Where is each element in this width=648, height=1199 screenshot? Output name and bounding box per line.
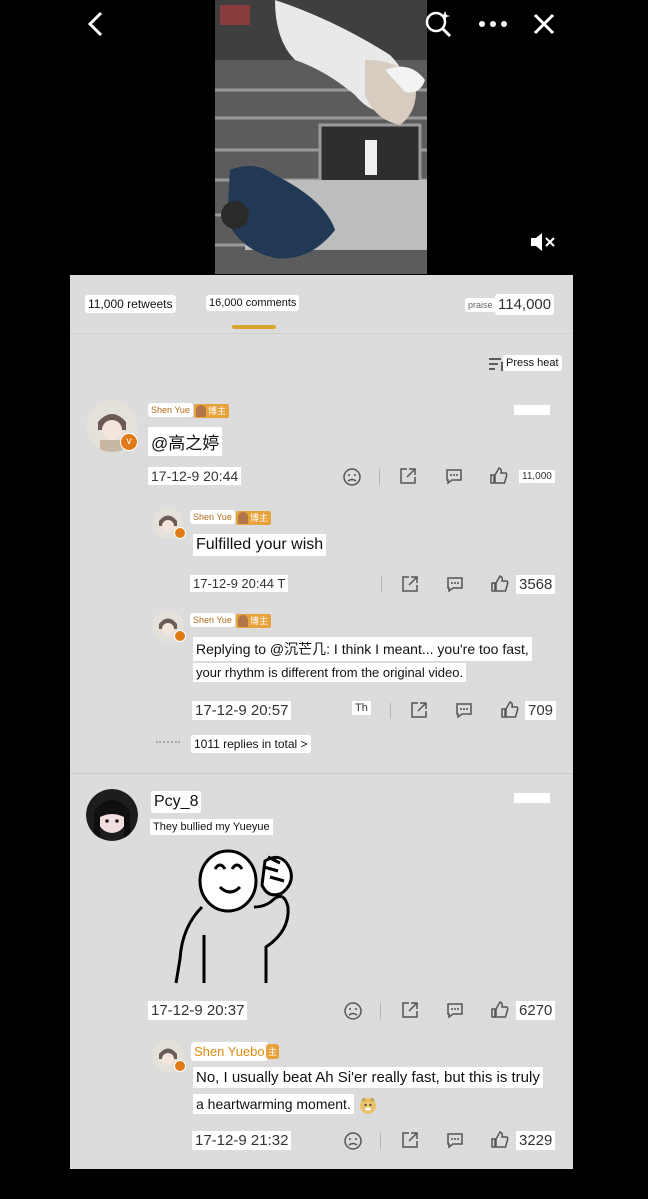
search-sparkle-icon[interactable] [422,8,454,40]
divider-line [380,1133,381,1149]
praise-label: praise [465,298,496,312]
like-count: 3568 [516,575,556,594]
verified-icon: v [120,433,138,451]
comment-text: @高之婷 [148,427,223,456]
reply-text-line2: a heartwarming moment. [193,1094,354,1114]
reply-time: 17-12-9 20:44 T [190,575,289,592]
like-icon[interactable] [490,1130,510,1150]
author-badge: 主 [266,1044,280,1059]
tab-retweets[interactable]: 11,000 retweets [85,295,176,313]
verified-icon [174,630,186,642]
comment-tag [514,793,550,803]
comment-panel: 11,000 retweets 16,000 comments praise 1… [70,275,573,1169]
top-bar [0,0,648,48]
comment-icon[interactable] [454,700,474,720]
divider-line [381,576,382,592]
sort-label: Press heat [503,355,562,371]
author-badge: 博主 [236,614,272,628]
reply-text-line1: No, I usually beat Ah Si'er really fast,… [193,1067,543,1088]
sticker-image [170,847,320,987]
comment-icon[interactable] [445,574,465,594]
avatar[interactable] [86,789,138,841]
close-icon[interactable] [528,8,560,40]
comment-icon[interactable] [445,1000,465,1020]
reply-time: 17-12-9 20:57 [192,701,292,720]
emoji-icon[interactable] [343,1131,363,1151]
reply-time: 17-12-9 21:32 [192,1131,292,1150]
comment-time: 17-12-9 20:37 [148,1001,248,1020]
author-badge: 博主 [194,404,230,418]
author-name[interactable]: Pcy_8 [151,791,202,813]
like-icon[interactable] [490,574,510,594]
like-icon[interactable] [500,700,520,720]
tab-comments-indicator [232,325,276,329]
like-icon[interactable] [490,1000,510,1020]
comment-divider [70,773,573,774]
author-badge: 博主 [236,511,272,525]
mute-icon[interactable] [528,230,558,254]
doge-emoji-icon [358,1095,378,1115]
more-icon[interactable] [477,8,509,40]
verified-icon [174,1060,186,1072]
view-replies-link[interactable]: 1011 replies in total > [191,735,311,753]
emoji-icon[interactable] [342,467,362,487]
like-icon[interactable] [489,466,509,486]
author-name[interactable]: Shen Yue [190,613,235,627]
divider-line [380,1003,381,1019]
like-count: 6270 [516,1001,556,1020]
dots-leader [156,741,180,743]
like-count: 3229 [516,1131,556,1150]
comment-icon[interactable] [445,1130,465,1150]
verified-icon [174,527,186,539]
share-icon[interactable] [400,1130,420,1150]
reply-text-line2: your rhythm is different from the origin… [193,663,467,682]
reply-extra: Th [352,701,371,715]
comment-icon[interactable] [444,466,464,486]
sort-icon [488,356,504,372]
reply-text-line1: Replying to @沉芒几: I think I meant... you… [193,637,532,661]
divider-line [390,703,391,719]
comment-text: They bullied my Yueyue [150,819,273,835]
reply-text: Fulfilled your wish [193,534,327,556]
comment-time: 17-12-9 20:44 [148,467,242,485]
share-icon[interactable] [409,700,429,720]
author-name[interactable]: Shen Yue [190,510,235,524]
author-name[interactable]: Shen Yue [148,403,193,417]
tab-bar: 11,000 retweets 16,000 comments praise 1… [70,275,573,334]
share-icon[interactable] [400,574,420,594]
share-icon[interactable] [398,466,418,486]
author-name[interactable]: Shen Yuebo [191,1042,268,1061]
like-count: 11,000 [519,470,555,483]
tab-praise[interactable]: 114,000 [495,294,555,315]
back-icon[interactable] [80,8,112,40]
share-icon[interactable] [400,1000,420,1020]
divider-line [379,469,380,485]
comment-tag [514,405,550,415]
like-count: 709 [525,701,557,720]
tab-comments[interactable]: 16,000 comments [206,295,300,311]
emoji-icon[interactable] [343,1001,363,1021]
